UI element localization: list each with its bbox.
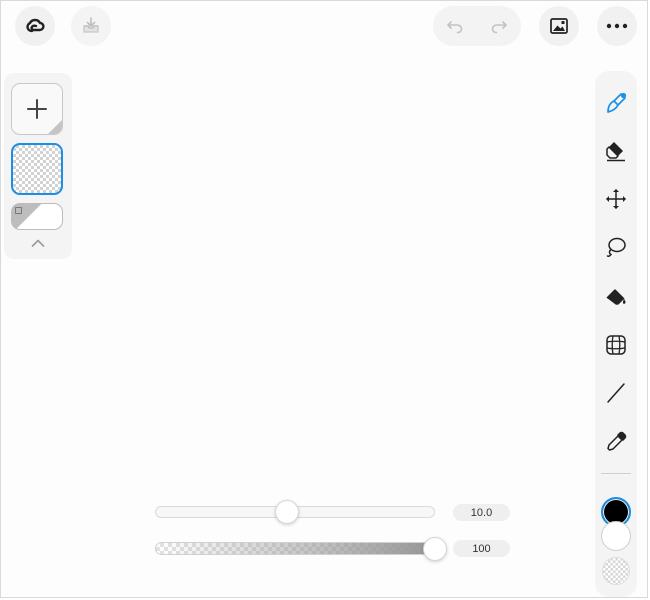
creative-cloud-icon xyxy=(26,18,45,33)
plus-icon xyxy=(27,99,47,119)
eyedropper-icon xyxy=(607,431,627,451)
move-arrows-icon xyxy=(606,189,626,209)
layer-thumbnail-selected[interactable] xyxy=(11,143,63,195)
background-layer-thumbnail[interactable] xyxy=(11,203,63,230)
brush-tool[interactable] xyxy=(600,87,632,119)
brush-opacity-slider-thumb[interactable] xyxy=(423,537,447,561)
app-logo-button[interactable] xyxy=(15,6,55,46)
export-button[interactable] xyxy=(71,6,111,46)
undo-redo-group xyxy=(433,6,521,46)
chevron-up-icon xyxy=(31,239,45,247)
lasso-tool[interactable] xyxy=(600,231,632,263)
paint-bucket-icon xyxy=(606,289,626,305)
grid-tool[interactable] xyxy=(600,329,632,361)
tool-separator xyxy=(601,473,631,474)
layers-panel xyxy=(4,73,72,259)
brush-size-value[interactable]: 10.0 xyxy=(453,504,510,521)
line-icon xyxy=(607,383,625,403)
transparent-color-swatch[interactable] xyxy=(602,557,630,585)
collapse-layers-button[interactable] xyxy=(26,234,50,252)
layer-options-corner xyxy=(48,120,62,134)
undo-button[interactable] xyxy=(433,6,477,46)
drawing-app-window: 10.0 100 xyxy=(0,0,648,598)
brush-opacity-slider[interactable] xyxy=(155,542,435,555)
fill-tool[interactable] xyxy=(600,281,632,313)
eraser-tool[interactable] xyxy=(600,135,632,167)
secondary-color-swatch[interactable] xyxy=(601,521,631,551)
undo-icon xyxy=(447,21,463,34)
more-menu-button[interactable] xyxy=(597,6,637,46)
image-icon xyxy=(550,18,568,34)
export-tray-icon xyxy=(83,17,99,33)
canvas-image-button[interactable] xyxy=(539,6,579,46)
eraser-icon xyxy=(606,142,625,162)
tool-panel xyxy=(595,71,637,597)
more-horizontal-icon xyxy=(606,23,628,29)
grid-icon xyxy=(606,335,626,355)
redo-button[interactable] xyxy=(477,6,521,46)
add-layer-button[interactable] xyxy=(11,83,63,135)
eyedropper-tool[interactable] xyxy=(600,426,632,458)
background-layer-marker xyxy=(15,207,22,214)
line-tool[interactable] xyxy=(600,377,632,409)
redo-icon xyxy=(491,21,507,34)
brush-size-slider-thumb[interactable] xyxy=(275,500,299,524)
move-tool[interactable] xyxy=(600,183,632,215)
lasso-icon xyxy=(606,237,626,257)
brush-icon xyxy=(607,92,627,113)
brush-opacity-value[interactable]: 100 xyxy=(453,540,510,557)
